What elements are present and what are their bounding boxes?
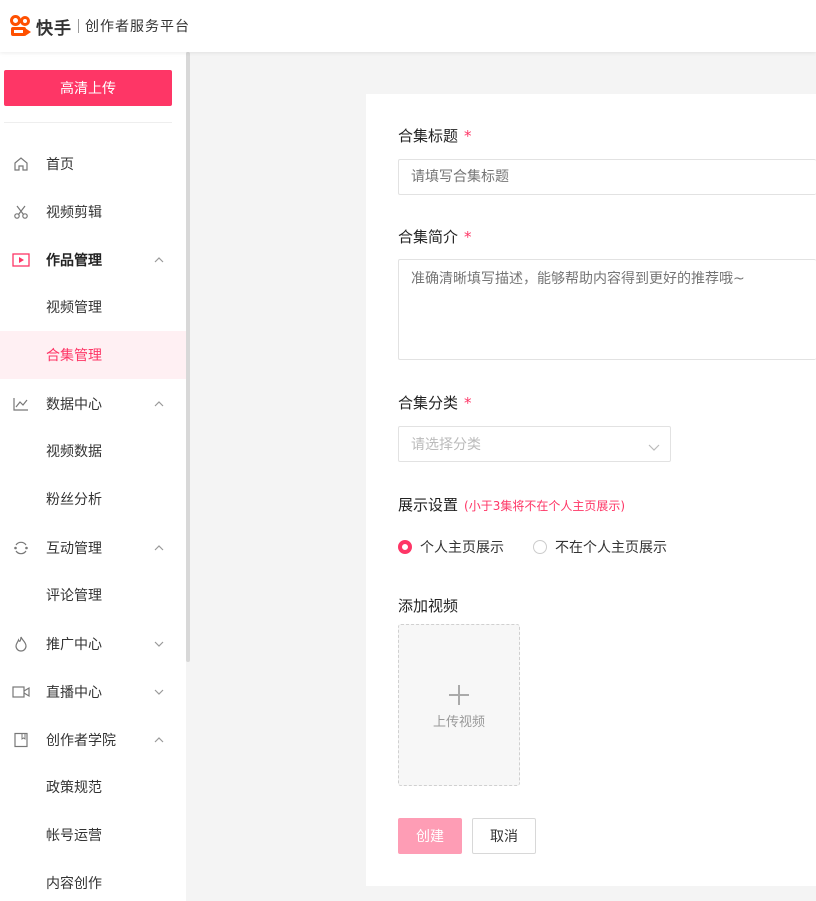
sidebar-item-label: 视频剪辑 [46,205,102,221]
required-mark: * [464,394,472,412]
sidebar-item-fans-analysis[interactable]: 粉丝分析 [0,475,186,523]
category-select[interactable]: 请选择分类 [398,426,671,462]
chevron-up-icon[interactable] [154,735,164,745]
hd-upload-button[interactable]: 高清上传 [4,70,172,106]
sidebar-item-live-center[interactable]: 直播中心 [0,668,186,716]
brand-name[interactable]: 快手 [36,14,72,39]
kuaishou-logo-icon[interactable] [10,15,32,37]
sidebar-item-label: 内容创作 [46,876,102,892]
sidebar-item-label: 作品管理 [46,253,102,269]
video-play-icon [12,251,30,269]
plus-icon [449,685,469,705]
radio-selected-icon[interactable] [398,540,412,554]
sidebar-scrollbar[interactable] [186,52,190,662]
upload-video-text: 上传视频 [432,715,485,730]
sidebar-item-label: 创作者学院 [46,733,116,749]
sidebar-item-account-operation[interactable]: 帐号运营 [0,811,186,859]
create-button[interactable]: 创建 [398,818,462,854]
upload-video-dropzone[interactable]: 上传视频 [398,624,520,786]
sidebar-item-content-creation[interactable]: 内容创作 [0,859,186,901]
scissors-icon [12,203,30,221]
chevron-down-icon[interactable] [154,639,164,649]
display-setting-label: 展示设置 (小于3集将不在个人主页展示) [398,494,625,515]
sidebar-item-works-management[interactable]: 作品管理 [0,236,186,284]
description-label: 合集简介 * [398,226,472,247]
flame-icon [12,635,30,653]
sidebar-item-label: 粉丝分析 [46,492,102,508]
chevron-up-icon[interactable] [154,255,164,265]
category-select-placeholder: 请选择分类 [411,437,481,453]
sidebar-item-home[interactable]: 首页 [0,140,186,188]
radio-hide-from-profile[interactable]: 不在个人主页展示 [533,537,667,557]
sidebar-item-label: 视频管理 [46,300,102,316]
home-icon [12,155,30,173]
add-video-label: 添加视频 [398,597,459,615]
category-label-text: 合集分类 [398,394,459,412]
collection-description-textarea[interactable] [398,259,816,360]
sidebar-item-label: 首页 [46,157,74,173]
radio-show-on-profile[interactable]: 个人主页展示 [398,537,504,557]
title-label-text: 合集标题 [398,127,459,145]
header-divider [78,19,79,33]
sidebar-item-video-data[interactable]: 视频数据 [0,427,186,475]
sidebar-item-collection-management[interactable]: 合集管理 [0,331,186,379]
top-header: 快手 创作者服务平台 [0,0,816,52]
collection-title-input[interactable] [398,159,816,195]
radio-label: 个人主页展示 [420,540,504,556]
sidebar-item-policy[interactable]: 政策规范 [0,763,186,811]
cancel-button[interactable]: 取消 [472,818,536,854]
sidebar: 高清上传 首页 视频剪辑 作品管理 视频管理 合集管理 数据中心 视频数据 粉丝… [0,52,186,901]
camera-icon [12,683,30,701]
category-label: 合集分类 * [398,392,472,413]
book-icon [12,731,30,749]
sidebar-item-label: 视频数据 [46,444,102,460]
chevron-up-icon[interactable] [154,543,164,553]
chart-icon [12,395,30,413]
sidebar-item-label: 数据中心 [46,397,102,413]
interaction-icon [12,539,30,557]
sidebar-item-comment-management[interactable]: 评论管理 [0,571,186,619]
chevron-up-icon[interactable] [154,399,164,409]
sidebar-item-creator-academy[interactable]: 创作者学院 [0,716,186,764]
description-label-text: 合集简介 [398,228,459,246]
display-setting-hint: (小于3集将不在个人主页展示) [464,499,626,513]
required-mark: * [464,127,472,145]
title-label: 合集标题 * [398,125,472,146]
sidebar-item-label: 推广中心 [46,637,102,653]
sidebar-item-label: 互动管理 [46,541,102,557]
sidebar-item-label: 帐号运营 [46,828,102,844]
radio-unselected-icon[interactable] [533,540,547,554]
sidebar-item-label: 合集管理 [46,348,102,364]
sidebar-item-label: 评论管理 [46,588,102,604]
sidebar-item-video-management[interactable]: 视频管理 [0,283,186,331]
sidebar-item-label: 直播中心 [46,685,102,701]
required-mark: * [464,228,472,246]
sidebar-item-interaction-management[interactable]: 互动管理 [0,524,186,572]
chevron-down-icon [648,440,660,456]
sidebar-item-label: 政策规范 [46,780,102,796]
sidebar-item-data-center[interactable]: 数据中心 [0,380,186,428]
platform-name: 创作者服务平台 [85,19,190,35]
sidebar-divider [4,122,172,123]
sidebar-item-promotion-center[interactable]: 推广中心 [0,620,186,668]
sidebar-item-video-edit[interactable]: 视频剪辑 [0,188,186,236]
display-setting-label-text: 展示设置 [398,496,459,514]
radio-label: 不在个人主页展示 [555,540,667,556]
chevron-down-icon[interactable] [154,687,164,697]
